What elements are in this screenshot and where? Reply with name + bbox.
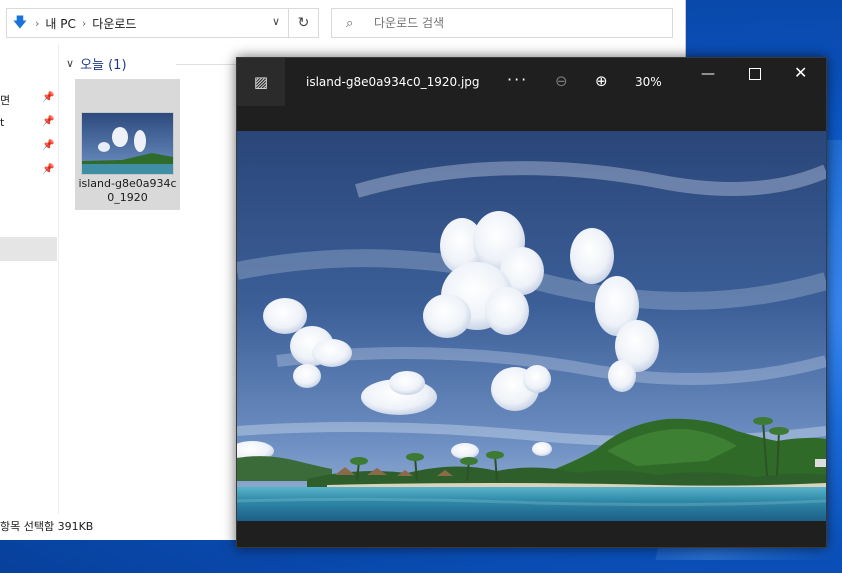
chevron-down-icon: ∨ bbox=[66, 57, 75, 70]
viewer-filename: island-g8e0a934c0_1920.jpg bbox=[306, 75, 480, 89]
pc-download-icon: 🡇 bbox=[12, 15, 28, 31]
refresh-icon: ↻ bbox=[297, 15, 310, 31]
breadcrumb-separator-icon: › bbox=[35, 16, 40, 30]
nav-item-label: t bbox=[0, 116, 5, 129]
more-options-button[interactable]: ··· bbox=[507, 70, 528, 89]
minimize-icon[interactable]: — bbox=[701, 66, 715, 82]
chevron-down-icon[interactable]: ∨ bbox=[272, 15, 280, 28]
group-header-today[interactable]: ∨ 오늘 (1) bbox=[66, 54, 127, 73]
photo-viewer-window: ▨ island-g8e0a934c0_1920.jpg ··· ⊖ ⊕ 30%… bbox=[236, 57, 827, 548]
navigation-pane: 면 📌 t 📌 📌 📌 bbox=[0, 44, 59, 514]
nav-item[interactable]: 면 📌 bbox=[0, 88, 56, 110]
zoom-level[interactable]: 30% bbox=[635, 75, 662, 89]
group-divider bbox=[176, 64, 236, 65]
zoom-out-icon[interactable]: ⊖ bbox=[555, 72, 568, 90]
gallery-icon: ▨ bbox=[253, 73, 269, 91]
pin-icon: 📌 bbox=[42, 116, 55, 127]
breadcrumb-separator-icon: › bbox=[81, 16, 87, 30]
nav-item[interactable]: 📌 bbox=[0, 136, 56, 158]
file-name: island-g8e0a934c0_1920 bbox=[78, 177, 177, 204]
pin-icon: 📌 bbox=[42, 164, 55, 175]
nav-item-label: 면 bbox=[0, 94, 11, 107]
pin-icon: 📌 bbox=[42, 92, 55, 103]
pin-icon: 📌 bbox=[42, 140, 55, 151]
search-box[interactable]: ⌕ bbox=[331, 8, 673, 38]
close-icon[interactable]: ✕ bbox=[794, 63, 807, 82]
nav-item-selected[interactable] bbox=[0, 237, 57, 261]
file-thumbnail bbox=[81, 112, 174, 175]
photo-canvas[interactable] bbox=[237, 131, 826, 521]
address-row: 🡇 › 내 PC › 다운로드 ∨ ↻ ⌕ bbox=[0, 8, 685, 38]
island-photo bbox=[237, 131, 826, 521]
viewer-bottom-bar bbox=[237, 521, 826, 547]
refresh-button[interactable]: ↻ bbox=[288, 8, 319, 38]
group-header-label: 오늘 (1) bbox=[80, 58, 127, 73]
breadcrumb-this-pc[interactable]: 내 PC bbox=[45, 15, 75, 32]
zoom-in-icon[interactable]: ⊕ bbox=[595, 72, 608, 90]
maximize-icon[interactable] bbox=[749, 68, 761, 80]
address-bar[interactable]: 🡇 › 내 PC › 다운로드 ∨ bbox=[6, 8, 289, 38]
breadcrumb-downloads[interactable]: 다운로드 bbox=[92, 15, 136, 32]
gallery-button[interactable]: ▨ bbox=[237, 58, 285, 106]
nav-item[interactable]: 📌 bbox=[0, 160, 56, 182]
nav-item[interactable]: t 📌 bbox=[0, 112, 56, 134]
viewer-titlebar: ▨ island-g8e0a934c0_1920.jpg ··· ⊖ ⊕ 30%… bbox=[237, 58, 826, 106]
search-input[interactable] bbox=[372, 15, 656, 31]
search-icon: ⌕ bbox=[346, 15, 354, 31]
file-item[interactable]: island-g8e0a934c0_1920 bbox=[75, 79, 180, 210]
status-bar: 항목 선택함 391KB bbox=[0, 520, 94, 533]
